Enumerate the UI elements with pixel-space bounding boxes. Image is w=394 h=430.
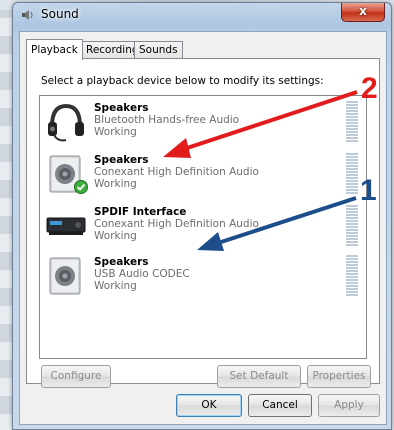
apply-button[interactable]: Apply: [318, 394, 380, 417]
volume-meter: [346, 205, 358, 247]
sound-dialog: Sound x Playback Recording Sounds Select…: [12, 2, 392, 430]
device-name: Speakers: [94, 102, 149, 114]
headset-icon: [44, 100, 88, 144]
list-item[interactable]: Speakers Conexant High Definition Audio …: [40, 150, 364, 198]
close-icon: x: [359, 4, 367, 18]
device-name: SPDIF Interface: [94, 206, 187, 218]
device-status: Working: [94, 178, 137, 190]
spdif-receiver-icon: [44, 204, 88, 248]
desktop-background-left: [0, 0, 12, 430]
device-description: USB Audio CODEC: [94, 268, 190, 280]
set-default-button[interactable]: Set Default: [217, 365, 301, 388]
list-item[interactable]: Speakers USB Audio CODEC Working: [40, 252, 364, 300]
window-title: Sound: [41, 7, 79, 21]
device-name: Speakers: [94, 154, 149, 166]
close-button[interactable]: x: [341, 3, 385, 22]
dialog-client-area: Playback Recording Sounds Select a playb…: [19, 31, 387, 425]
cancel-button[interactable]: Cancel: [248, 394, 312, 417]
list-item[interactable]: SPDIF Interface Conexant High Definition…: [40, 202, 364, 250]
device-status: Working: [94, 230, 137, 242]
device-description: Conexant High Definition Audio: [94, 218, 259, 230]
list-item[interactable]: Speakers Bluetooth Hands-free Audio Work…: [40, 98, 364, 146]
volume-meter: [346, 101, 358, 143]
playback-panel: Select a playback device below to modify…: [26, 58, 380, 388]
device-status: Working: [94, 280, 137, 292]
ok-button[interactable]: OK: [176, 394, 242, 417]
speaker-icon: [44, 254, 88, 298]
device-status: Working: [94, 126, 137, 138]
volume-meter: [346, 255, 358, 297]
speaker-icon: [21, 9, 35, 21]
device-description: Conexant High Definition Audio: [94, 166, 259, 178]
properties-button[interactable]: Properties: [307, 365, 371, 388]
default-device-check-icon: [74, 180, 88, 197]
tab-playback[interactable]: Playback: [26, 39, 83, 60]
instruction-text: Select a playback device below to modify…: [41, 75, 324, 87]
device-name: Speakers: [94, 256, 149, 268]
configure-button[interactable]: Configure: [41, 365, 111, 388]
device-description: Bluetooth Hands-free Audio: [94, 114, 240, 126]
playback-device-list[interactable]: Speakers Bluetooth Hands-free Audio Work…: [39, 95, 367, 359]
tab-sounds[interactable]: Sounds: [134, 41, 183, 59]
volume-meter: [346, 153, 358, 195]
title-bar[interactable]: Sound x: [13, 3, 391, 27]
